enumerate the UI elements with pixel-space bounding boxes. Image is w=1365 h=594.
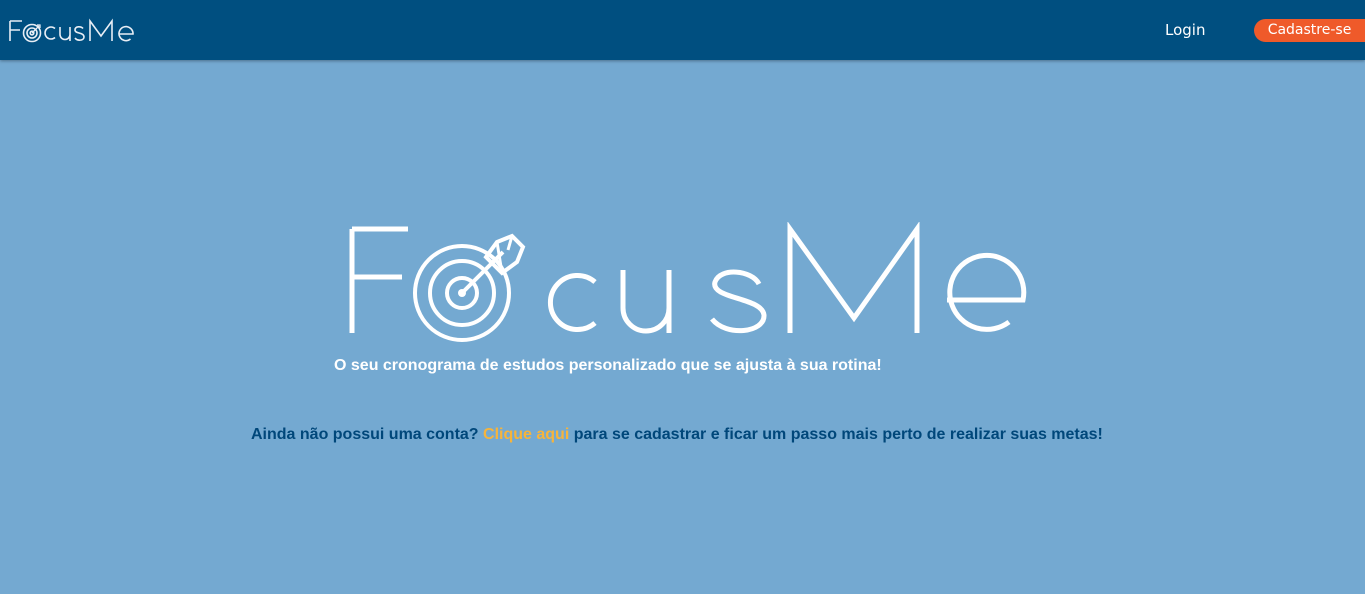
hero-tagline: O seu cronograma de estudos personalizad… xyxy=(334,357,882,374)
cta-signup-link[interactable]: Clique aqui xyxy=(483,426,569,443)
signup-cta: Ainda não possui uma conta? Clique aqui … xyxy=(251,426,1103,444)
hero-letter-u xyxy=(620,270,672,334)
top-navbar: Login Cadastre-se xyxy=(0,0,1365,60)
hero-letter-c xyxy=(548,273,597,332)
cta-prefix: Ainda não possui uma conta? xyxy=(251,426,479,443)
target-icon xyxy=(22,23,42,43)
login-link[interactable]: Login xyxy=(1165,21,1205,39)
hero-logo xyxy=(349,222,1027,342)
logo-letter-f xyxy=(9,20,22,41)
hero-letter-s xyxy=(710,269,767,334)
signup-button[interactable]: Cadastre-se xyxy=(1254,19,1365,42)
hero-letter-f xyxy=(349,226,408,333)
navbar-logo[interactable] xyxy=(8,16,144,44)
hero-letter-e xyxy=(947,252,1027,332)
hero-letter-m xyxy=(787,222,920,333)
cta-suffix: para se cadastrar e ficar um passo mais … xyxy=(573,426,1103,443)
